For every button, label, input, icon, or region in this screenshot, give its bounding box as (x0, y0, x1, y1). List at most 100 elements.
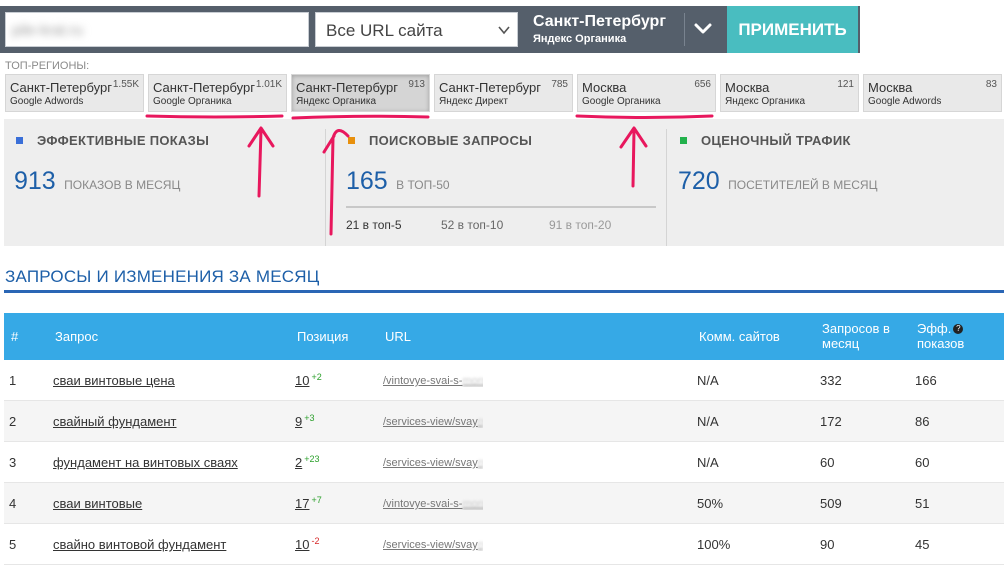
region-card-city: Москва (868, 80, 913, 95)
impressions-unit: ПОКАЗОВ В МЕСЯЦ (64, 178, 181, 192)
traffic-value: 720 (678, 167, 720, 195)
apply-button[interactable]: ПРИМЕНИТЬ (727, 6, 858, 53)
url-link[interactable]: /vintovye-svai-s-mont (383, 375, 483, 387)
col-volume-line1: Запросов в (822, 321, 890, 336)
url-scope-select[interactable]: Все URL сайта (315, 12, 518, 47)
impressions-value: 913 (14, 167, 56, 195)
col-url[interactable]: URL (385, 329, 411, 344)
region-card-count: 1.55K (112, 79, 139, 90)
annotation-underline (145, 114, 284, 119)
url-link[interactable]: /services-view/svayny (383, 457, 483, 469)
col-volume[interactable]: Запросов в месяц (822, 321, 890, 351)
position-link[interactable]: 17 (295, 496, 309, 511)
position-delta: +7 (311, 495, 322, 505)
region-card-city: Санкт-Петербург (296, 80, 398, 95)
col-effective-line2: показов (917, 336, 965, 351)
region-card-city: Москва (582, 80, 627, 95)
domain-value: pile-krat.ru (12, 22, 83, 39)
queries-progress-line (346, 206, 656, 208)
position-delta: +3 (304, 413, 315, 423)
col-position[interactable]: Позиция (297, 329, 348, 344)
url-text-faded: mont (462, 375, 483, 387)
query-link[interactable]: сваи винтовые цена (53, 373, 175, 388)
position-link[interactable]: 9 (295, 414, 302, 429)
region-card-count: 83 (985, 79, 997, 90)
column-divider (325, 129, 326, 246)
col-effective-line1: Эфф. (917, 321, 952, 336)
chevron-down-icon (498, 26, 510, 35)
url-text: /services-view/svay (383, 416, 478, 428)
queries-top20: 91 в топ-20 (549, 218, 612, 232)
region-card[interactable]: Москва Google Органика 656 (577, 74, 716, 112)
region-card[interactable]: Санкт-Петербург Google Органика 1.01K (148, 74, 287, 112)
url-text-faded: ny (477, 539, 483, 551)
stats-panel: ЭФФЕКТИВНЫЕ ПОКАЗЫ 913 ПОКАЗОВ В МЕСЯЦ П… (4, 119, 1004, 246)
queries-figure: 165 В ТОП-50 (346, 167, 450, 196)
region-card[interactable]: Санкт-Петербург Google Adwords 1.55K (5, 74, 144, 112)
col-competition[interactable]: Комм. сайтов (699, 329, 780, 344)
region-card[interactable]: Санкт-Петербург Яндекс Директ 785 (434, 74, 573, 112)
region-card[interactable]: Москва Google Adwords 83 (863, 74, 1002, 112)
region-card-city: Москва (725, 80, 770, 95)
effective-cell: 86 (915, 414, 930, 429)
url-text: /services-view/svay (383, 539, 478, 551)
domain-input[interactable]: pile-krat.ru (5, 12, 309, 47)
competition-cell: N/A (697, 414, 719, 429)
query-link[interactable]: свайный фундамент (53, 414, 177, 429)
table-row: 5 свайно винтовой фундамент 10 -2 /servic… (4, 524, 1004, 565)
table-header: # Запрос Позиция URL Комм. сайтов Запрос… (4, 313, 1004, 360)
col-effective[interactable]: Эфф.? показов (917, 321, 964, 351)
queries-table: # Запрос Позиция URL Комм. сайтов Запрос… (4, 313, 1004, 565)
traffic-header: ОЦЕНОЧНЫЙ ТРАФИК (680, 133, 851, 148)
column-divider (666, 129, 667, 246)
url-link[interactable]: /services-view/svayny (383, 539, 483, 551)
position-cell: 9 +3 (295, 413, 315, 429)
volume-cell: 172 (820, 414, 842, 429)
position-link[interactable]: 10 (295, 373, 309, 388)
region-card-selected[interactable]: Санкт-Петербург Яндекс Органика 913 (291, 74, 430, 112)
position-cell: 10 +2 (295, 372, 322, 388)
url-link[interactable]: /vintovye-svai-s-mont (383, 498, 483, 510)
region-card-city: Санкт-Петербург (153, 80, 255, 95)
effective-cell: 45 (915, 537, 930, 552)
position-link[interactable]: 10 (295, 537, 309, 552)
position-link[interactable]: 2 (295, 455, 302, 470)
col-volume-line2: месяц (822, 336, 860, 351)
region-card[interactable]: Москва Яндекс Органика 121 (720, 74, 859, 112)
effective-cell: 166 (915, 373, 937, 388)
col-query[interactable]: Запрос (55, 329, 98, 344)
table-row: 3 фундамент на винтовых сваях 2 +23 /serv… (4, 442, 1004, 483)
volume-cell: 332 (820, 373, 842, 388)
queries-value: 165 (346, 167, 388, 195)
competition-cell: N/A (697, 373, 719, 388)
region-selector[interactable]: Санкт-Петербург Яндекс Органика (524, 6, 684, 53)
url-text-faded: mont (462, 498, 483, 510)
query-link[interactable]: сваи винтовые (53, 496, 142, 511)
region-card-source: Яндекс Органика (725, 96, 805, 107)
competition-cell: 100% (697, 537, 731, 552)
region-dropdown-toggle[interactable] (686, 6, 726, 53)
top-regions-label: ТОП-РЕГИОНЫ: (5, 60, 90, 72)
region-source: Яндекс Органика (533, 33, 627, 45)
table-row: 1 сваи винтовые цена 10 +2 /vintovye-svai… (4, 360, 1004, 401)
url-link[interactable]: /services-view/svayny (383, 416, 483, 428)
annotation-underline (291, 114, 430, 120)
row-number: 4 (9, 496, 17, 511)
row-number: 2 (9, 414, 17, 429)
volume-cell: 90 (820, 537, 835, 552)
position-cell: 2 +23 (295, 454, 320, 470)
row-number: 5 (9, 537, 17, 552)
filter-bar: pile-krat.ru Все URL сайта Санкт-Петербу… (0, 6, 860, 53)
help-icon[interactable]: ? (953, 324, 964, 334)
queries-title: ПОИСКОВЫЕ ЗАПРОСЫ (369, 133, 533, 148)
region-card-city: Санкт-Петербург (10, 80, 112, 95)
queries-top10: 52 в топ-10 (441, 218, 504, 232)
competition-cell: 50% (697, 496, 724, 511)
query-link[interactable]: фундамент на винтовых сваях (53, 455, 238, 470)
region-card-count: 121 (837, 79, 854, 90)
query-link[interactable]: свайно винтовой фундамент (53, 537, 226, 552)
url-text-faded: ny (477, 457, 483, 469)
position-delta: -2 (311, 536, 320, 546)
region-card-source: Яндекс Директ (439, 96, 508, 107)
impressions-figure: 913 ПОКАЗОВ В МЕСЯЦ (14, 167, 180, 196)
